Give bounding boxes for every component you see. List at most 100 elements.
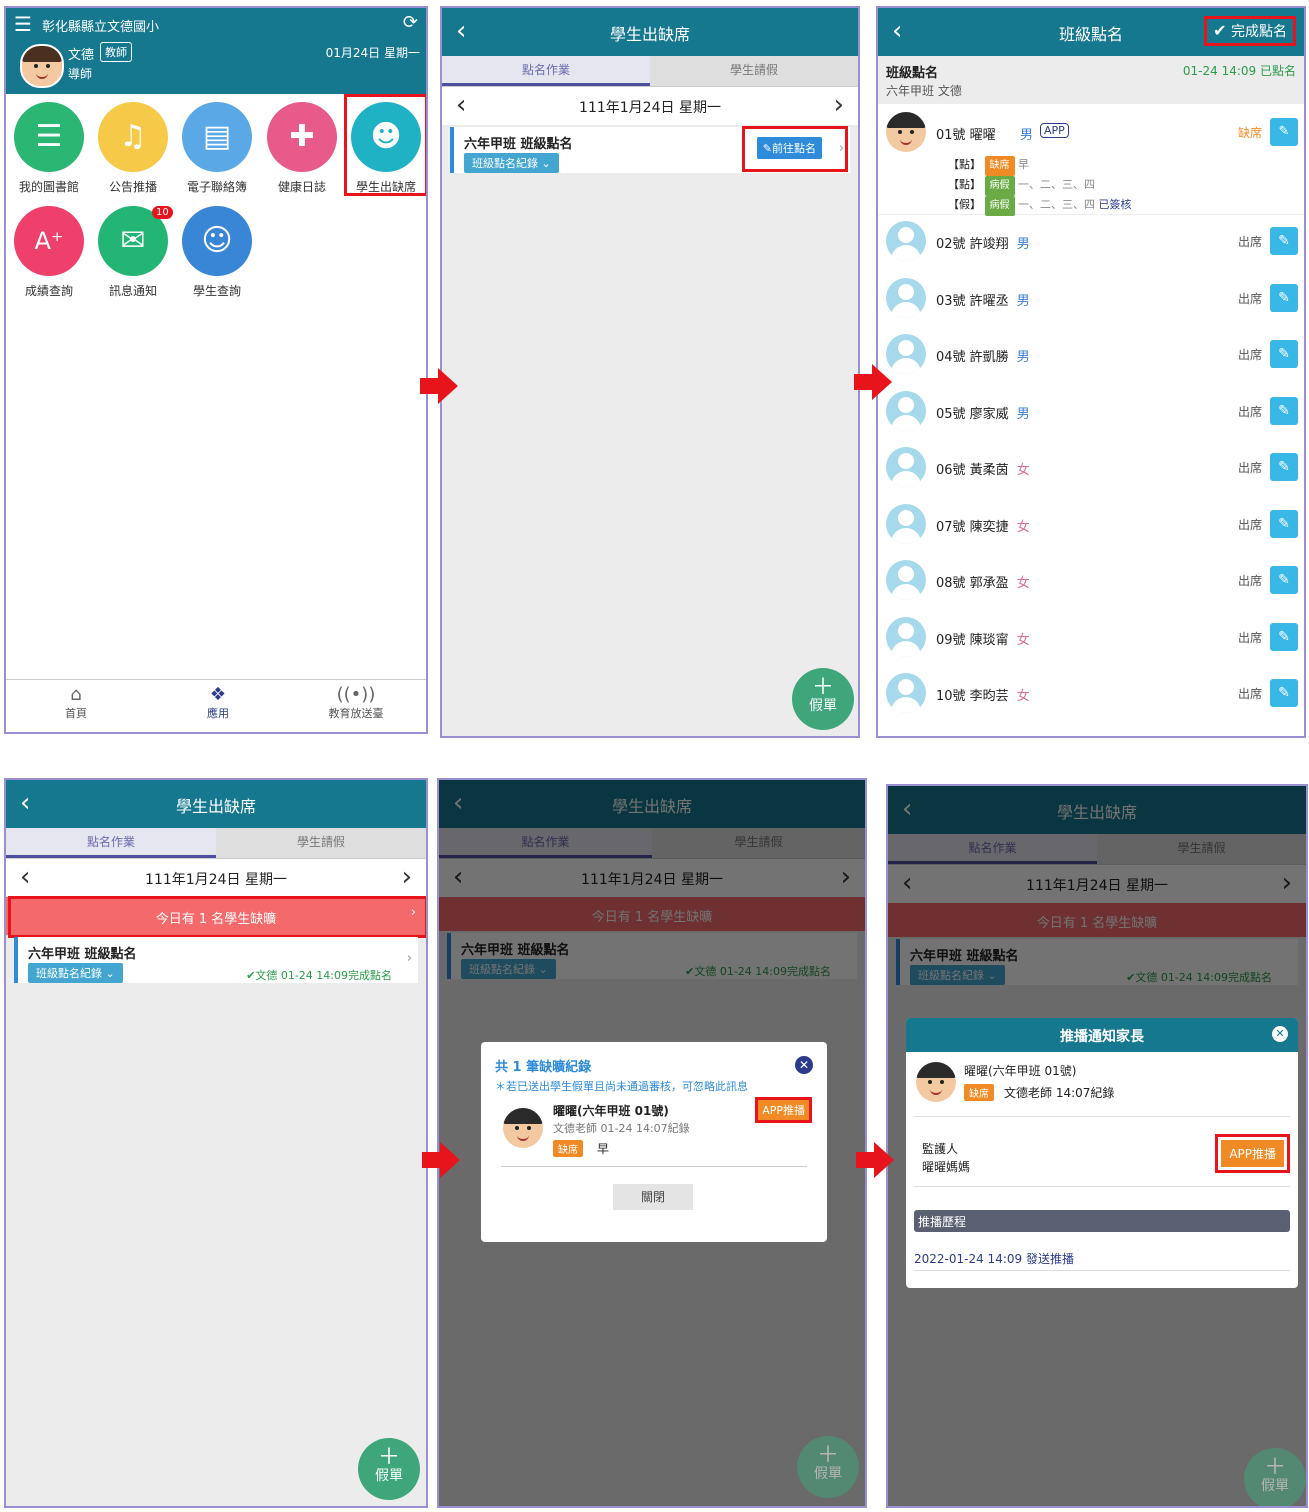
chevron-right-icon: › bbox=[406, 951, 412, 966]
absent-badge: 缺席 bbox=[964, 1084, 994, 1101]
tab-leave[interactable]: 學生請假 bbox=[216, 828, 426, 858]
student-list: 02號 許竣翔男出席 ✎ 03號 許曜丞男出席 ✎ 04號 許凱勝男出席 ✎ 05號 廖家威… bbox=[878, 215, 1304, 735]
nav-broadcast[interactable]: ((•)) 教育放送臺 bbox=[316, 684, 396, 721]
student-sex: 女 bbox=[1016, 689, 1030, 704]
app-push-button[interactable]: APP推播 bbox=[1215, 1134, 1290, 1173]
student-status: 出席 bbox=[1237, 404, 1262, 419]
student-row[interactable]: 04號 許凱勝男 出席 ✎ bbox=[878, 328, 1304, 384]
home-header: ☰ 彰化縣縣立文德國小 ⟳ 文德 教師 導師 01月24日 星期一 bbox=[6, 8, 426, 94]
check-icon: ✔ bbox=[1213, 21, 1227, 40]
menu-icon[interactable]: ☰ bbox=[14, 12, 32, 36]
student-status: 出席 bbox=[1237, 291, 1262, 306]
edit-button[interactable]: ✎ bbox=[1270, 509, 1298, 538]
edit-button[interactable]: ✎ bbox=[1270, 453, 1298, 481]
home-screen: ☰ 彰化縣縣立文德國小 ⟳ 文德 教師 導師 01月24日 星期一 ☰ 我的圖書… bbox=[4, 6, 428, 734]
pencil-icon: ✎ bbox=[1278, 459, 1290, 475]
student-status: 出席 bbox=[1237, 574, 1262, 588]
app-header: ‹ 學生出缺席 bbox=[442, 8, 858, 56]
apps-icon: ❖ bbox=[209, 684, 227, 705]
student-status: 出席 bbox=[1237, 630, 1262, 645]
history-label: 推播歷程 bbox=[918, 1215, 967, 1229]
edit-button[interactable]: ✎ bbox=[1270, 118, 1298, 146]
history-header: 推播歷程 bbox=[914, 1210, 1290, 1232]
leave-fab-button[interactable]: ＋ 假單 bbox=[792, 668, 854, 730]
app-label: 學生查詢 bbox=[192, 284, 241, 298]
pencil-icon: ✎ bbox=[1278, 685, 1290, 701]
app-badge: APP bbox=[1040, 123, 1069, 138]
student-avatar bbox=[886, 277, 926, 318]
class-card[interactable]: 六年甲班 班級點名 班級點名紀錄 ⌄ ✔文德 01-24 14:09完成點名 › bbox=[14, 937, 418, 983]
record-button[interactable]: 班級點名紀錄 ⌄ bbox=[464, 153, 559, 173]
student-avatar bbox=[886, 334, 926, 374]
highlight-box bbox=[742, 126, 848, 172]
page-title: 學生出缺席 bbox=[175, 797, 256, 816]
absence-dialog: 共 1 筆缺曠紀錄 ✕ ＊若已送出學生假單且尚未通過審核，可忽略此訊息 曜曜(六… bbox=[481, 1042, 827, 1242]
edit-button[interactable]: ✎ bbox=[1270, 679, 1298, 707]
edit-button[interactable]: ✎ bbox=[1270, 227, 1298, 255]
app-label: 健康日誌 bbox=[277, 180, 326, 194]
edit-button[interactable]: ✎ bbox=[1270, 340, 1298, 368]
tab-rollcall[interactable]: 點名作業 bbox=[442, 56, 650, 86]
student-row[interactable]: 08號 郭承盈女 出席 ✎ bbox=[878, 554, 1304, 610]
student-row[interactable]: 02號 許竣翔男 出席 ✎ bbox=[878, 215, 1304, 271]
student-name: 08號 郭承盈女 bbox=[936, 576, 1030, 591]
student-name: 06號 黃柔茵女 bbox=[936, 463, 1030, 478]
student-row[interactable]: 05號 廖家威男 出席 ✎ bbox=[878, 385, 1304, 441]
pencil-icon: ✎ bbox=[1278, 402, 1290, 419]
close-icon[interactable]: ✕ bbox=[1272, 1026, 1288, 1042]
edit-button[interactable]: ✎ bbox=[1270, 283, 1298, 312]
nav-label: 教育放送臺 bbox=[328, 707, 384, 720]
edit-button[interactable]: ✎ bbox=[1270, 396, 1298, 425]
finish-rollcall-button[interactable]: ✔ 完成點名 bbox=[1204, 16, 1296, 46]
grade-icon: A⁺ bbox=[14, 206, 84, 276]
student-row[interactable]: 01號 曜曜 男 APP 缺席 ✎ 【點】 缺席 早 【點】 病假 一、二、三、… bbox=[878, 104, 1304, 216]
avatar bbox=[20, 44, 64, 88]
edit-button[interactable]: ✎ bbox=[1270, 622, 1298, 651]
leave-fab-button[interactable]: ＋ 假單 bbox=[797, 1436, 859, 1498]
tab-rollcall[interactable]: 點名作業 bbox=[6, 828, 216, 858]
chevron-right-icon[interactable]: › bbox=[834, 90, 844, 120]
app-header: ‹ 學生出缺席 bbox=[6, 780, 426, 828]
student-name: 01號 曜曜 bbox=[936, 128, 996, 143]
detail-badge: 病假 bbox=[984, 196, 1015, 216]
student-row[interactable]: 07號 陳奕捷女 出席 ✎ bbox=[878, 498, 1304, 554]
nav-apps[interactable]: ❖ 應用 bbox=[188, 684, 248, 721]
student-name: 09號 陳琰甯女 bbox=[936, 632, 1030, 648]
tab-leave[interactable]: 學生請假 bbox=[650, 56, 858, 86]
detail-badge: 缺席 bbox=[984, 156, 1015, 176]
student-name: 02號 許竣翔男 bbox=[936, 237, 1030, 252]
student-row[interactable]: 10號 李昀芸女 出席 ✎ bbox=[878, 667, 1304, 723]
school-name: 彰化縣縣立文德國小 bbox=[42, 20, 160, 35]
leave-fab-button[interactable]: ＋ 假單 bbox=[358, 1438, 420, 1500]
close-dialog-button[interactable]: 關閉 bbox=[613, 1184, 693, 1210]
detail-tag: 【點】 bbox=[948, 158, 981, 171]
app-push-button[interactable]: APP推播 bbox=[755, 1097, 812, 1123]
leave-fab-button[interactable]: ＋ 假單 bbox=[1244, 1448, 1306, 1506]
fab-label: 假單 bbox=[1261, 1478, 1289, 1494]
record-button[interactable]: 班級點名紀錄 ⌄ bbox=[28, 963, 123, 983]
bell-icon: ♫ bbox=[98, 102, 168, 172]
dialog-title: 共 1 筆缺曠紀錄 bbox=[495, 1060, 592, 1075]
student-search-icon: ☺ bbox=[182, 206, 252, 276]
student-row[interactable]: 06號 黃柔茵女 出席 ✎ bbox=[878, 441, 1304, 497]
detail-text: 一、二、三、四 bbox=[1018, 178, 1095, 191]
student-avatar bbox=[886, 560, 926, 600]
pencil-icon: ✎ bbox=[1278, 289, 1290, 306]
student-row[interactable]: 09號 陳琰甯女 出席 ✎ bbox=[878, 611, 1304, 667]
student-sex: 女 bbox=[1016, 463, 1030, 478]
edit-button[interactable]: ✎ bbox=[1270, 566, 1298, 594]
student-name: 04號 許凱勝男 bbox=[936, 350, 1030, 365]
detail-line: 【點】 缺席 早 bbox=[948, 156, 1132, 176]
sync-icon[interactable]: ⟳ bbox=[403, 12, 418, 33]
class-teacher: 六年甲班 文德 bbox=[886, 84, 962, 98]
student-row[interactable]: 03號 許曜丞男 出席 ✎ bbox=[878, 272, 1304, 328]
student-sex: 女 bbox=[1016, 632, 1030, 648]
current-date: 111年1月24日 星期一 bbox=[145, 872, 287, 888]
student-status: 出席 bbox=[1237, 235, 1262, 249]
pencil-icon: ✎ bbox=[1278, 515, 1290, 532]
close-icon[interactable]: ✕ bbox=[795, 1056, 813, 1074]
nav-home[interactable]: ⌂ 首頁 bbox=[46, 684, 106, 721]
chevron-right-icon[interactable]: › bbox=[402, 862, 412, 892]
push-dialog-title: 推播通知家長 bbox=[1060, 1029, 1144, 1045]
student-avatar bbox=[503, 1108, 543, 1148]
